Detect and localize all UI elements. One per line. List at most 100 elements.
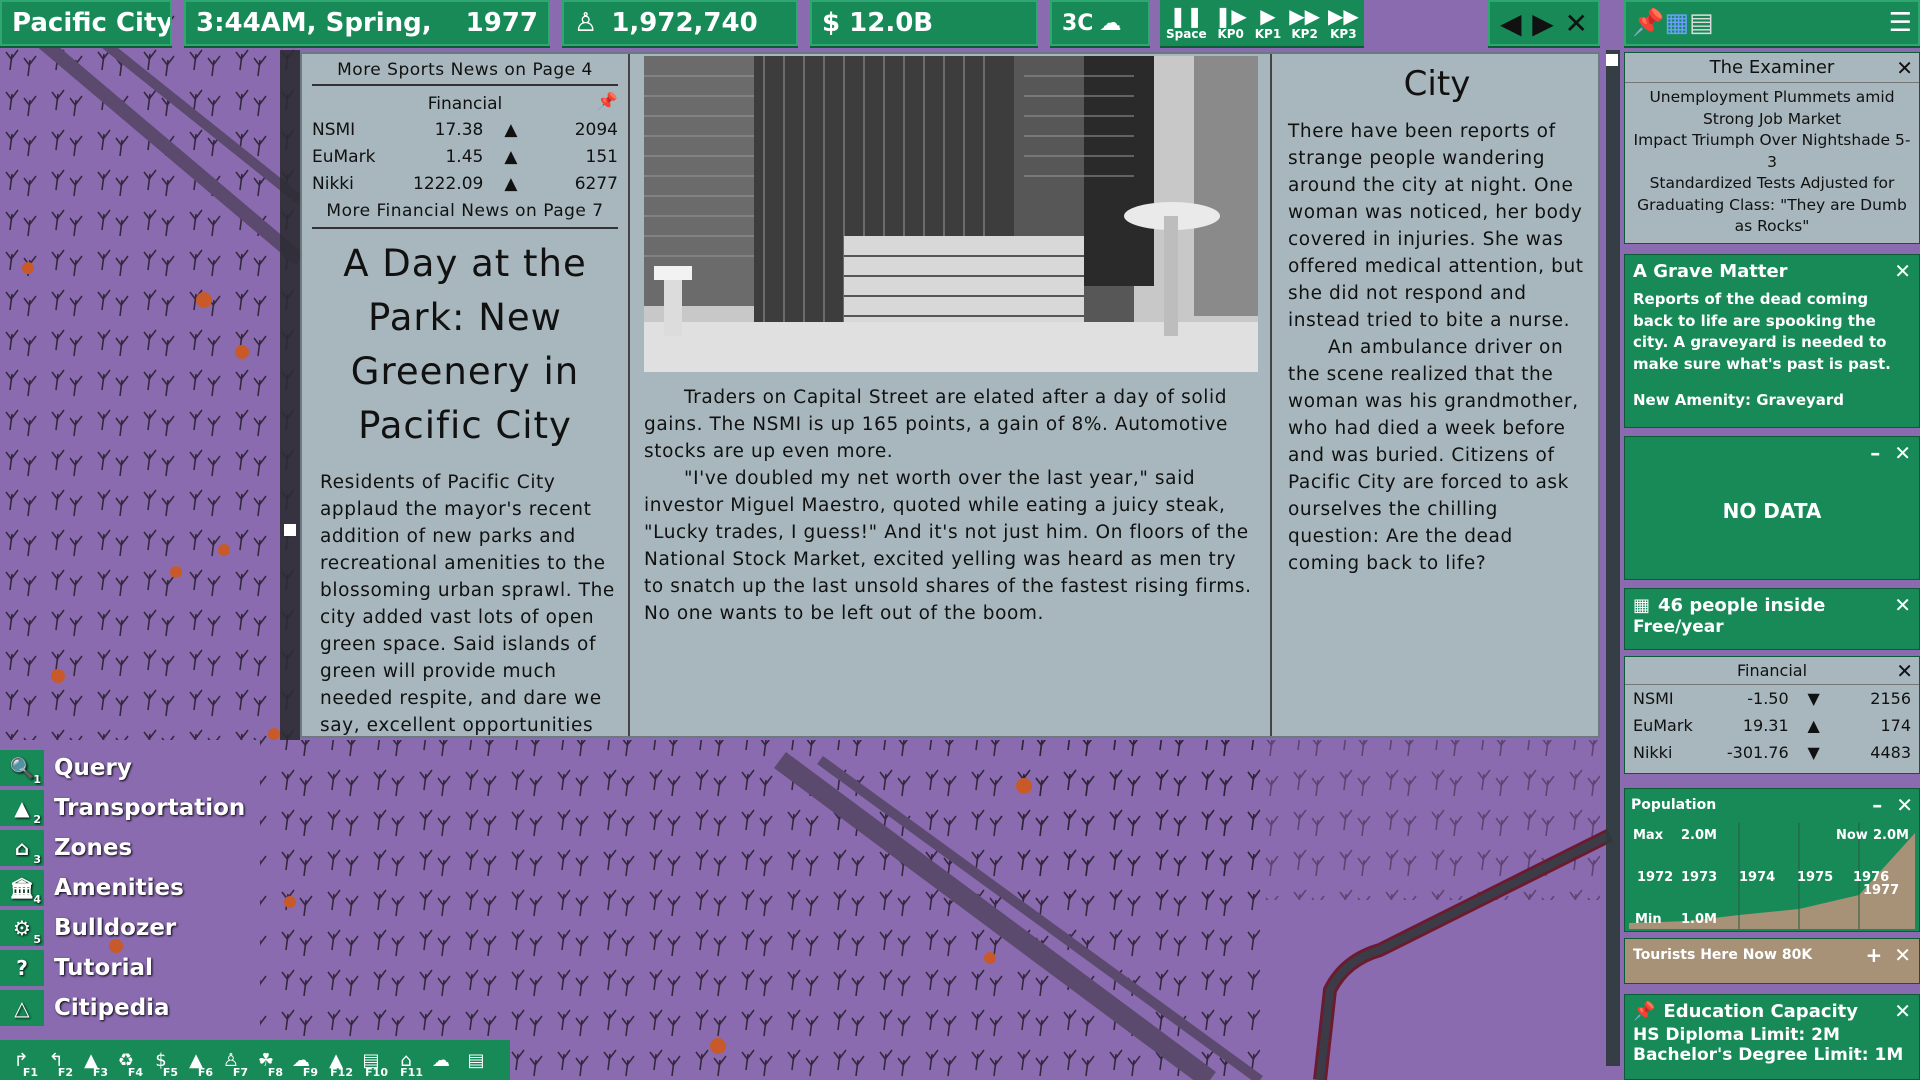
tool-button-f12[interactable]: ▲ F12 xyxy=(319,1043,353,1080)
city-story-2: An ambulance driver on the scene realize… xyxy=(1288,337,1579,574)
pop-year-tick: 1976 xyxy=(1853,870,1889,885)
resize-handle[interactable] xyxy=(1606,54,1618,66)
ticker-name: NSMI xyxy=(312,119,356,140)
tool-button-f9[interactable]: ☁ F9 xyxy=(284,1043,318,1080)
newspaper-right-column: City There have been reports of strange … xyxy=(1274,54,1598,736)
close-icon[interactable]: ✕ xyxy=(1894,441,1911,465)
money-panel[interactable]: $ 12.0B xyxy=(810,0,1038,46)
pin-icon[interactable]: 📌 xyxy=(1633,1001,1655,1022)
menu-item-query[interactable]: 🔍 1 Query xyxy=(0,748,260,788)
city-skyline-photo xyxy=(644,56,1258,372)
tool-button-f2[interactable]: ↰ F2 xyxy=(39,1043,73,1080)
financial-panel-table: NSMI -1.50 ▼ 2156 EuMark 19.31 ▲ 174 Nikki -301.7… xyxy=(1625,685,1919,766)
person-icon: ♙ xyxy=(574,8,598,38)
resize-handle[interactable] xyxy=(284,524,296,536)
close-icon[interactable]: ✕ xyxy=(1894,943,1911,967)
menu-icon[interactable]: ☰ xyxy=(1889,8,1912,38)
menu-item-citipedia[interactable]: △ Citipedia xyxy=(0,988,260,1028)
prev-page-button[interactable]: ◀ xyxy=(1500,7,1522,40)
ticker-volume: 6277 xyxy=(574,173,618,194)
tourists-label: Tourists Here Now 80K xyxy=(1633,947,1813,963)
arrow-up-icon: ▲ xyxy=(1807,716,1820,735)
next-page-button[interactable]: ▶ xyxy=(1532,7,1554,40)
year: 1977 xyxy=(465,8,538,38)
close-icon[interactable]: ✕ xyxy=(1896,56,1913,80)
house-icon: ⌂ 3 xyxy=(0,830,44,866)
newspaper-left-column: More Sports News on Page 4 Financial 📌 N… xyxy=(302,54,630,736)
rain-cloud-icon: ☁ xyxy=(1099,10,1122,36)
tool-button-extra-13[interactable]: ▤ xyxy=(459,1043,493,1077)
examiner-headlines[interactable]: Unemployment Plummets amid Strong Job Ma… xyxy=(1625,83,1919,242)
newspaper-middle-column: Traders on Capital Street are elated aft… xyxy=(632,54,1272,736)
add-icon[interactable]: + xyxy=(1865,943,1882,967)
no-data-panel: – ✕ NO DATA xyxy=(1624,436,1920,580)
city-section-title: City xyxy=(1403,64,1471,104)
play-button[interactable]: ▶ KP1 xyxy=(1255,5,1281,41)
tool-button-f8[interactable]: ☘ F8 xyxy=(249,1043,283,1080)
education-panel: 📌 Education Capacity ✕ HS Diploma Limit: 2… xyxy=(1624,994,1920,1080)
pin-icon[interactable]: 📌 xyxy=(1632,8,1664,38)
tool-button-f10[interactable]: ▤ F10 xyxy=(354,1043,388,1080)
financial-more-link[interactable]: More Financial News on Page 7 xyxy=(312,197,618,229)
weather-panel[interactable]: 3C ☁ xyxy=(1050,0,1150,46)
pop-min-value: 1.0M xyxy=(1681,912,1717,927)
examiner-title: The Examiner xyxy=(1709,57,1835,78)
magnifier-icon: 🔍 1 xyxy=(0,750,44,786)
financial-row: EuMark 19.31 ▲ 174 xyxy=(1633,712,1911,739)
pause-button[interactable]: ❚❚ Space xyxy=(1166,5,1207,41)
fastest-button[interactable]: ▶▶ KP3 xyxy=(1328,5,1359,41)
tool-button-f7[interactable]: ♙ F7 xyxy=(214,1043,248,1080)
city-story: There have been reports of strange peopl… xyxy=(1288,121,1584,331)
pop-min-label: Min xyxy=(1635,912,1662,927)
minimize-icon[interactable]: – xyxy=(1872,793,1882,817)
grid-icon[interactable]: ▦ xyxy=(1664,8,1689,38)
tourists-panel: Tourists Here Now 80K + ✕ xyxy=(1624,938,1920,984)
menu-item-amenities[interactable]: 🏛 4 Amenities xyxy=(0,868,260,908)
city-name: Pacific City xyxy=(12,8,172,38)
step-button[interactable]: ❚▶ KP0 xyxy=(1215,5,1247,41)
tool-button-extra-12[interactable]: ☁ xyxy=(424,1043,458,1077)
city-name-panel[interactable]: Pacific City xyxy=(0,0,172,46)
inside-price: Free/year xyxy=(1633,617,1724,637)
menu-item-bulldozer[interactable]: ⚙ 5 Bulldozer xyxy=(0,908,260,948)
arrow-up-icon: ▲ xyxy=(504,119,518,140)
ticker-name: EuMark xyxy=(312,146,376,167)
minimize-icon[interactable]: – xyxy=(1870,441,1880,465)
tool-button-f5[interactable]: $ F5 xyxy=(144,1043,178,1080)
population-panel[interactable]: ♙ 1,972,740 xyxy=(562,0,798,46)
tool-button-f3[interactable]: ▲ F3 xyxy=(74,1043,108,1080)
pin-icon[interactable]: 📌 xyxy=(597,92,618,112)
close-icon[interactable]: ✕ xyxy=(1896,793,1913,817)
menu-item-tutorial[interactable]: ? Tutorial xyxy=(0,948,260,988)
menu-item-zones[interactable]: ⌂ 3 Zones xyxy=(0,828,260,868)
ticker-value: 17.38 xyxy=(434,119,484,140)
question-icon: ? xyxy=(0,950,44,986)
close-icon[interactable]: ✕ xyxy=(1894,999,1911,1023)
play-icon: ▶ xyxy=(1260,4,1276,28)
fast-button[interactable]: ▶▶ KP2 xyxy=(1289,5,1320,41)
date-panel[interactable]: 3:44AM, Spring, 1977 xyxy=(184,0,550,46)
tool-button-f1[interactable]: ↱ F1 xyxy=(4,1043,38,1080)
tool-button-f11[interactable]: ⌂ F11 xyxy=(389,1043,423,1080)
inside-count: 46 people inside xyxy=(1658,594,1826,616)
right-toolbar: 📌 ▦ ▤ ☰ xyxy=(1624,0,1920,46)
sports-more-link[interactable]: More Sports News on Page 4 xyxy=(312,54,618,86)
close-newspaper-button[interactable]: ✕ xyxy=(1565,7,1588,40)
menu-item-transportation[interactable]: ▲ 2 Transportation xyxy=(0,788,260,828)
ticker-name: Nikki xyxy=(312,173,354,194)
datetime: 3:44AM, Spring, xyxy=(196,8,432,38)
tool-button-f4[interactable]: ♻ F4 xyxy=(109,1043,143,1080)
financial-panel-title: Financial xyxy=(1736,661,1808,680)
pop-max-label: Max xyxy=(1633,828,1664,843)
close-icon[interactable]: ✕ xyxy=(1896,659,1913,683)
close-icon[interactable]: ✕ xyxy=(1894,593,1911,617)
money-value: $ 12.0B xyxy=(822,8,934,38)
tool-button-f6[interactable]: ▲ F6 xyxy=(179,1043,213,1080)
fastest-icon: ▶▶ xyxy=(1327,4,1359,28)
news-icon[interactable]: ▤ xyxy=(1689,8,1714,38)
pop-year-tick: 1973 xyxy=(1681,870,1717,885)
pause-icon: ❚❚ xyxy=(1169,4,1204,28)
close-icon[interactable]: ✕ xyxy=(1894,259,1911,283)
grave-amenity[interactable]: New Amenity: Graveyard xyxy=(1625,377,1919,409)
pop-year-tick: 1977 xyxy=(1863,883,1899,898)
